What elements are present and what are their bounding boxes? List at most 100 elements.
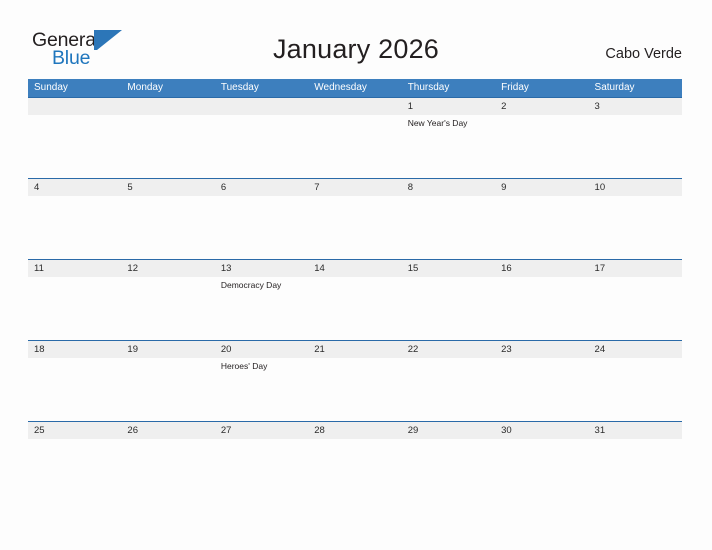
day-cell[interactable] xyxy=(121,196,214,259)
day-number[interactable]: 28 xyxy=(308,422,401,439)
day-number[interactable]: 30 xyxy=(495,422,588,439)
day-cell[interactable] xyxy=(215,196,308,259)
day-cell[interactable] xyxy=(121,115,214,178)
day-number[interactable] xyxy=(28,98,121,115)
week-row: 18 19 20 21 22 23 24 Heroes' Day xyxy=(28,340,682,421)
week-row: 4 5 6 7 8 9 10 xyxy=(28,178,682,259)
day-cell[interactable] xyxy=(402,358,495,421)
day-cell[interactable] xyxy=(589,358,682,421)
event-label: Democracy Day xyxy=(220,280,282,290)
day-number[interactable]: 6 xyxy=(215,179,308,196)
week-date-strip: 1 2 3 xyxy=(28,98,682,115)
week-row: 11 12 13 14 15 16 17 Democracy Day xyxy=(28,259,682,340)
day-cell[interactable] xyxy=(495,277,588,340)
day-number[interactable] xyxy=(121,98,214,115)
day-cell[interactable] xyxy=(402,196,495,259)
day-number[interactable]: 10 xyxy=(589,179,682,196)
weekday-friday: Friday xyxy=(501,82,529,93)
day-number[interactable]: 8 xyxy=(402,179,495,196)
day-number[interactable]: 15 xyxy=(402,260,495,277)
calendar-page: General Blue January 2026 Cabo Verde Sun… xyxy=(0,0,712,550)
day-number[interactable]: 27 xyxy=(215,422,308,439)
day-number[interactable]: 1 xyxy=(402,98,495,115)
day-cell[interactable] xyxy=(28,358,121,421)
day-number[interactable]: 25 xyxy=(28,422,121,439)
page-header: General Blue January 2026 Cabo Verde xyxy=(0,0,712,79)
day-number[interactable]: 26 xyxy=(121,422,214,439)
day-number[interactable]: 19 xyxy=(121,341,214,358)
weekday-wednesday: Wednesday xyxy=(314,82,367,93)
week-row: 1 2 3 New Year's Day xyxy=(28,97,682,178)
day-number[interactable]: 23 xyxy=(495,341,588,358)
calendar-grid: Sunday Monday Tuesday Wednesday Thursday… xyxy=(28,79,682,502)
week-event-strip: New Year's Day xyxy=(28,115,682,178)
day-number[interactable]: 9 xyxy=(495,179,588,196)
day-number[interactable]: 12 xyxy=(121,260,214,277)
weekday-saturday: Saturday xyxy=(594,82,635,93)
day-cell[interactable] xyxy=(308,277,401,340)
week-row: 25 26 27 28 29 30 31 xyxy=(28,421,682,502)
day-cell[interactable] xyxy=(215,115,308,178)
day-cell[interactable]: Democracy Day xyxy=(215,277,308,340)
day-number[interactable]: 20 xyxy=(215,341,308,358)
day-cell[interactable] xyxy=(495,196,588,259)
day-cell[interactable] xyxy=(215,439,308,502)
day-cell[interactable] xyxy=(589,115,682,178)
weekday-header-row: Sunday Monday Tuesday Wednesday Thursday… xyxy=(28,79,682,97)
week-event-strip: Democracy Day xyxy=(28,277,682,340)
day-cell[interactable] xyxy=(308,439,401,502)
day-number[interactable]: 17 xyxy=(589,260,682,277)
week-date-strip: 18 19 20 21 22 23 24 xyxy=(28,341,682,358)
day-number[interactable]: 29 xyxy=(402,422,495,439)
week-event-strip: Heroes' Day xyxy=(28,358,682,421)
weekday-tuesday: Tuesday xyxy=(220,82,259,93)
day-cell[interactable] xyxy=(589,439,682,502)
day-cell[interactable] xyxy=(28,196,121,259)
day-cell[interactable] xyxy=(495,115,588,178)
day-cell[interactable] xyxy=(402,277,495,340)
day-cell[interactable]: New Year's Day xyxy=(402,115,495,178)
day-number[interactable]: 7 xyxy=(308,179,401,196)
day-cell[interactable] xyxy=(28,439,121,502)
day-cell[interactable] xyxy=(308,358,401,421)
day-number[interactable]: 5 xyxy=(121,179,214,196)
day-number[interactable]: 24 xyxy=(589,341,682,358)
day-cell[interactable] xyxy=(308,115,401,178)
day-number[interactable]: 2 xyxy=(495,98,588,115)
day-cell[interactable] xyxy=(121,277,214,340)
day-number[interactable]: 13 xyxy=(215,260,308,277)
day-cell[interactable] xyxy=(589,196,682,259)
day-number[interactable]: 3 xyxy=(589,98,682,115)
country-label: Cabo Verde xyxy=(605,46,682,62)
week-date-strip: 4 5 6 7 8 9 10 xyxy=(28,179,682,196)
day-number[interactable]: 21 xyxy=(308,341,401,358)
week-event-strip xyxy=(28,196,682,259)
event-label: New Year's Day xyxy=(407,118,468,128)
event-label: Heroes' Day xyxy=(220,361,268,371)
day-number[interactable]: 31 xyxy=(589,422,682,439)
day-number[interactable] xyxy=(308,98,401,115)
day-cell[interactable] xyxy=(589,277,682,340)
day-cell[interactable] xyxy=(121,358,214,421)
weekday-thursday: Thursday xyxy=(407,82,450,93)
day-cell[interactable] xyxy=(495,439,588,502)
day-cell[interactable] xyxy=(28,277,121,340)
day-cell[interactable] xyxy=(402,439,495,502)
day-number[interactable] xyxy=(215,98,308,115)
day-cell[interactable] xyxy=(495,358,588,421)
day-number[interactable]: 18 xyxy=(28,341,121,358)
day-cell[interactable] xyxy=(28,115,121,178)
day-cell[interactable] xyxy=(308,196,401,259)
week-event-strip xyxy=(28,439,682,502)
day-number[interactable]: 16 xyxy=(495,260,588,277)
day-number[interactable]: 4 xyxy=(28,179,121,196)
weekday-sunday: Sunday xyxy=(34,82,68,93)
weekday-monday: Monday xyxy=(127,82,163,93)
day-number[interactable]: 14 xyxy=(308,260,401,277)
day-cell[interactable] xyxy=(121,439,214,502)
week-date-strip: 25 26 27 28 29 30 31 xyxy=(28,422,682,439)
day-number[interactable]: 22 xyxy=(402,341,495,358)
day-cell[interactable]: Heroes' Day xyxy=(215,358,308,421)
day-number[interactable]: 11 xyxy=(28,260,121,277)
week-date-strip: 11 12 13 14 15 16 17 xyxy=(28,260,682,277)
